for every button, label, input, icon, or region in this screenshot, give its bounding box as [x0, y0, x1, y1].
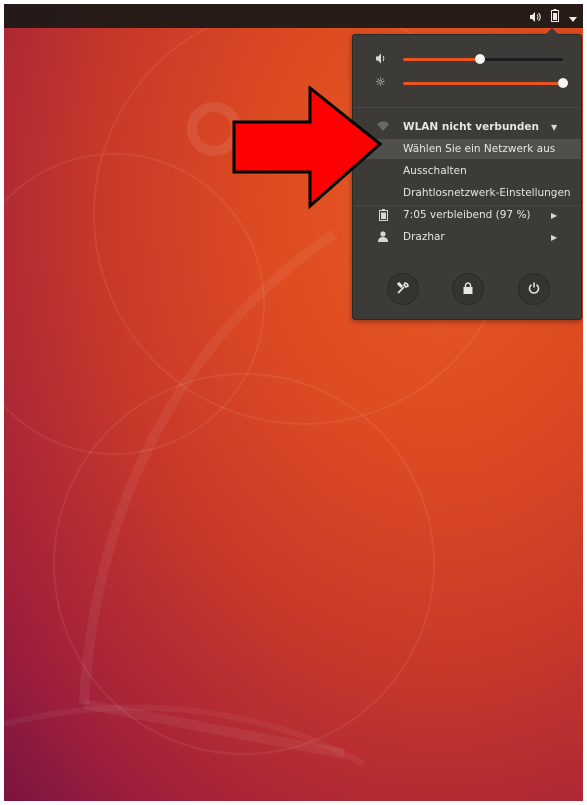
system-tray[interactable]	[529, 4, 577, 28]
power-button[interactable]	[518, 273, 550, 305]
speaker-icon	[375, 53, 387, 67]
wlan-select-network-label: Wählen Sie ein Netzwerk aus	[403, 143, 556, 155]
user-menu-item[interactable]: Drazhar ▶	[353, 227, 581, 247]
volume-slider[interactable]	[403, 54, 563, 64]
action-buttons	[353, 273, 581, 307]
chevron-right-icon: ▶	[551, 232, 558, 242]
battery-icon[interactable]	[551, 7, 559, 26]
volume-slider-handle[interactable]	[474, 54, 485, 64]
desktop-background: ☼ WLAN nicht verbunden ▼ Wählen Sie ein …	[4, 4, 583, 801]
power-icon	[528, 282, 540, 297]
lock-icon	[463, 281, 473, 297]
wlan-settings-label: Drahtlosnetzwerk-Einstellungen	[403, 187, 571, 199]
top-panel	[4, 4, 583, 28]
red-arrow-annotation	[232, 86, 383, 210]
settings-button[interactable]	[387, 273, 419, 305]
brightness-slider-fill	[403, 82, 563, 85]
wlan-status-label: WLAN nicht verbunden	[403, 121, 540, 133]
chevron-down-icon: ▼	[551, 122, 558, 132]
chevron-right-icon: ▶	[551, 210, 558, 220]
volume-slider-fill	[403, 58, 480, 61]
wlan-turn-off-label: Ausschalten	[403, 165, 467, 177]
settings-icon	[396, 281, 410, 298]
lock-button[interactable]	[452, 273, 484, 305]
volume-icon[interactable]	[529, 7, 541, 26]
user-name-label: Drazhar	[403, 231, 445, 243]
brightness-slider-row: ☼	[375, 75, 568, 90]
chevron-down-icon[interactable]	[569, 7, 577, 26]
brightness-slider[interactable]	[403, 78, 568, 88]
user-icon	[377, 231, 389, 243]
brightness-slider-handle[interactable]	[558, 78, 568, 88]
volume-slider-row	[375, 52, 565, 66]
battery-status-label: 7:05 verbleibend (97 %)	[403, 209, 531, 221]
